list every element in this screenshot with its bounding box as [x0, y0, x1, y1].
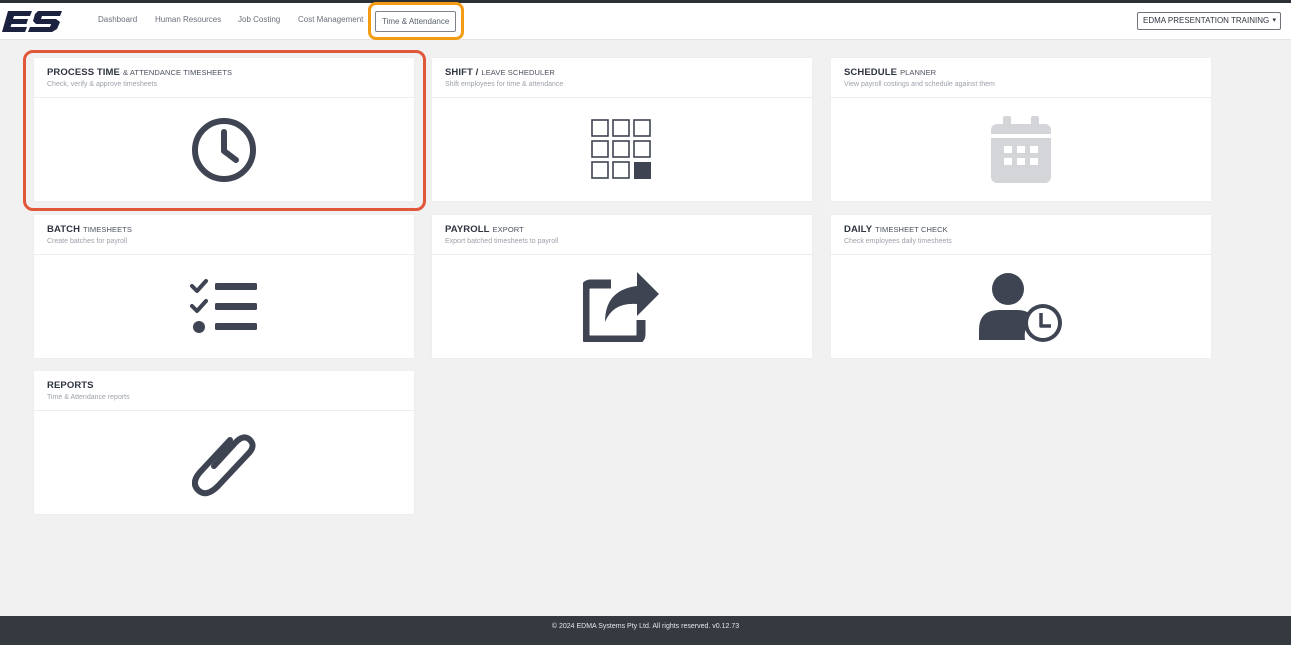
card-subtitle: TIMESHEET CHECK — [875, 225, 948, 234]
checklist-icon — [190, 279, 257, 333]
es-logo[interactable] — [2, 8, 62, 36]
footer-version: v0.12.73 — [712, 623, 740, 630]
company-select-value: EDMA PRESENTATION TRAINING — [1143, 16, 1270, 25]
header: Dashboard Human Resources Job Costing Co… — [0, 3, 1291, 40]
card-schedule-planner[interactable]: SCHEDULE PLANNER View payroll costings an… — [831, 58, 1211, 201]
card-title: BATCH TIMESHEETS — [47, 224, 132, 235]
card-title: PAYROLL EXPORT — [445, 224, 524, 235]
card-subtitle: EXPORT — [492, 225, 524, 234]
card-title: SHIFT / LEAVE SCHEDULER — [445, 67, 555, 78]
card-payroll-export[interactable]: PAYROLL EXPORT Export batched timesheets … — [432, 215, 812, 358]
card-icon-area — [34, 412, 414, 514]
card-header: PAYROLL EXPORT Export batched timesheets … — [432, 215, 812, 255]
card-title: SCHEDULE PLANNER — [844, 67, 937, 78]
card-icon-area — [34, 256, 414, 358]
share-export-icon — [583, 272, 659, 342]
card-description: Check employees daily timesheets — [844, 238, 952, 245]
nav-cost-management[interactable]: Cost Management — [298, 15, 363, 24]
card-icon-area — [432, 99, 812, 201]
card-subtitle: TIMESHEETS — [83, 225, 132, 234]
card-subtitle: LEAVE SCHEDULER — [481, 68, 555, 77]
card-header: DAILY TIMESHEET CHECK Check employees dai… — [831, 215, 1211, 255]
card-icon-area — [831, 256, 1211, 358]
paperclip-icon — [192, 434, 256, 497]
card-description: Time & Attendance reports — [47, 394, 130, 401]
card-title: DAILY TIMESHEET CHECK — [844, 224, 948, 235]
card-header: SHIFT / LEAVE SCHEDULER Shift employees f… — [432, 58, 812, 98]
grid-icon — [591, 119, 651, 179]
nav-dashboard[interactable]: Dashboard — [98, 15, 137, 24]
card-description: Create batches for payroll — [47, 238, 128, 245]
nav-job-costing[interactable]: Job Costing — [238, 15, 280, 24]
card-batch-timesheets[interactable]: BATCH TIMESHEETS Create batches for payro… — [34, 215, 414, 358]
highlight-process-time — [23, 50, 426, 211]
card-title: REPORTS — [47, 380, 94, 391]
card-header: REPORTS Time & Attendance reports — [34, 371, 414, 411]
card-subtitle: PLANNER — [900, 68, 937, 77]
card-shift-leave-scheduler[interactable]: SHIFT / LEAVE SCHEDULER Shift employees f… — [432, 58, 812, 201]
card-daily-timesheet-check[interactable]: DAILY TIMESHEET CHECK Check employees dai… — [831, 215, 1211, 358]
highlight-time-attendance — [368, 2, 464, 40]
calendar-icon — [991, 116, 1051, 183]
card-icon-area — [831, 99, 1211, 201]
card-reports[interactable]: REPORTS Time & Attendance reports — [34, 371, 414, 514]
chevron-down-icon: ▾ — [1272, 17, 1276, 24]
card-description: View payroll costings and schedule again… — [844, 81, 995, 88]
card-header: BATCH TIMESHEETS Create batches for payro… — [34, 215, 414, 255]
footer-copyright: © 2024 EDMA Systems Pty Ltd. All rights … — [551, 623, 711, 630]
card-header: SCHEDULE PLANNER View payroll costings an… — [831, 58, 1211, 98]
user-clock-icon — [979, 273, 1062, 342]
card-description: Shift employees for time & attendance — [445, 81, 564, 88]
card-icon-area — [432, 256, 812, 358]
footer: © 2024 EDMA Systems Pty Ltd. All rights … — [0, 616, 1291, 645]
nav-human-resources[interactable]: Human Resources — [155, 15, 221, 24]
company-select[interactable]: EDMA PRESENTATION TRAINING ▾ — [1137, 12, 1281, 30]
card-description: Export batched timesheets to payroll — [445, 238, 559, 245]
